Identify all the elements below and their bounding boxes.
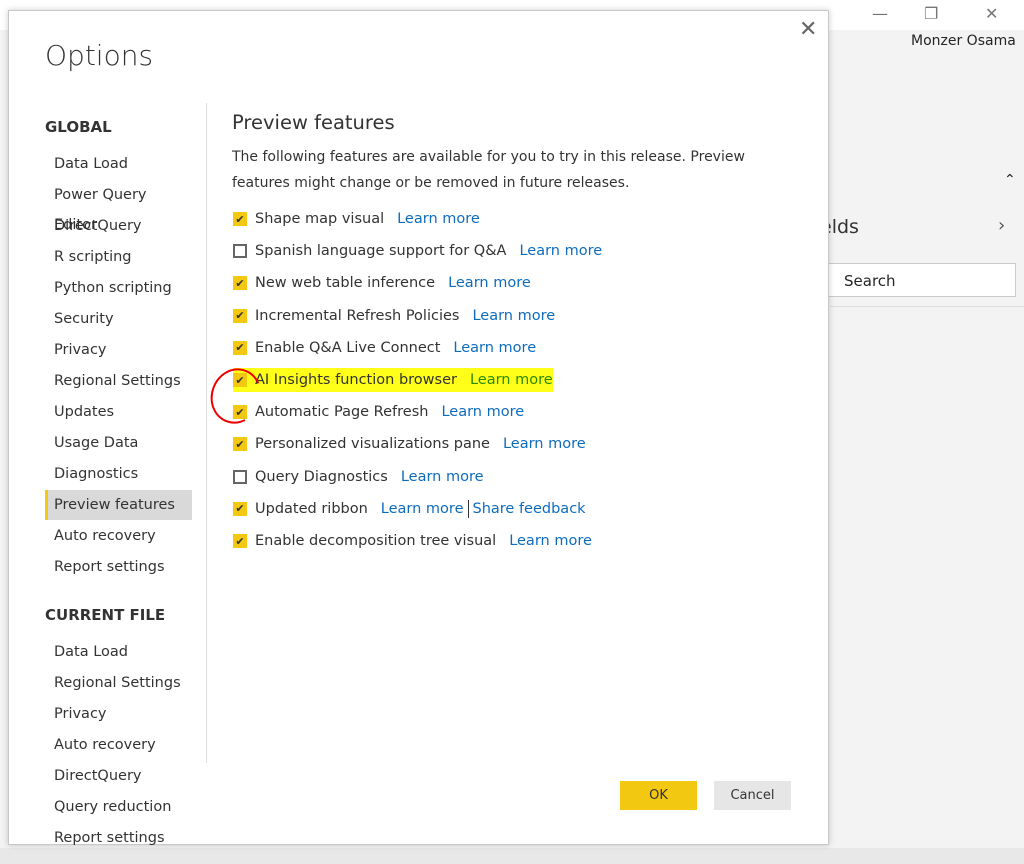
nav-item-directquery[interactable]: DirectQuery [45,211,192,241]
link-separator [468,500,469,518]
nav-item-auto-recovery[interactable]: Auto recovery [45,521,192,551]
feature-checkbox[interactable]: ✔ [233,309,247,323]
learn-more-link[interactable]: Learn more [503,436,586,452]
nav-item-data-load[interactable]: Data Load [45,149,192,179]
feature-label: Shape map visual [255,211,384,227]
feature-row: ✔Automatic Page RefreshLearn more [233,400,524,424]
feature-checkbox[interactable]: ✔ [233,437,247,451]
divider [830,306,1024,307]
feature-checkbox[interactable] [233,470,247,484]
nav-item-regional-settings[interactable]: Regional Settings [45,668,192,698]
feature-label: Automatic Page Refresh [255,404,428,420]
learn-more-link[interactable]: Learn more [401,469,484,485]
nav-item-report-settings[interactable]: Report settings [45,552,192,582]
learn-more-link[interactable]: Learn more [381,501,464,517]
learn-more-link[interactable]: Learn more [441,404,524,420]
dialog-title: Options [45,39,153,72]
nav-item-directquery[interactable]: DirectQuery [45,761,192,791]
feature-checkbox[interactable]: ✔ [233,534,247,548]
learn-more-link[interactable]: Learn more [519,243,602,259]
feature-checkbox[interactable]: ✔ [233,276,247,290]
nav-item-privacy[interactable]: Privacy [45,699,192,729]
feature-label: AI Insights function browser [255,372,457,388]
fields-search-input[interactable]: Search [812,263,1016,297]
nav-item-diagnostics[interactable]: Diagnostics [45,459,192,489]
divider [206,103,207,763]
feature-label: Enable Q&A Live Connect [255,340,440,356]
nav-item-python-scripting[interactable]: Python scripting [45,273,192,303]
search-placeholder: Search [844,272,896,290]
learn-more-link[interactable]: Learn more [397,211,480,227]
feature-row: Query Diagnostics Learn more [233,465,484,489]
feature-row: ✔ Updated ribbon Learn more Share feedback [233,497,586,521]
global-header: GLOBAL [45,118,112,136]
feature-label: Enable decomposition tree visual [255,533,496,549]
current-file-header: CURRENT FILE [45,606,165,624]
nav-item-usage-data[interactable]: Usage Data [45,428,192,458]
feature-checkbox[interactable]: ✔ [233,212,247,226]
feature-checkbox[interactable] [233,244,247,258]
feature-label: Spanish language support for Q&A [255,243,506,259]
nav-item-updates[interactable]: Updates [45,397,192,427]
feature-label: Incremental Refresh Policies [255,308,459,324]
user-name[interactable]: Monzer Osama [911,33,1016,49]
share-feedback-link[interactable]: Share feedback [473,501,586,517]
feature-row: ✔ Shape map visual Learn more [233,207,480,231]
learn-more-link[interactable]: Learn more [448,275,531,291]
nav-item-data-load[interactable]: Data Load [45,637,192,667]
feature-checkbox[interactable]: ✔ [233,502,247,516]
nav-item-privacy[interactable]: Privacy [45,335,192,365]
feature-row: ✔ Enable decomposition tree visual Learn m… [233,529,592,553]
nav-item-preview-features[interactable]: Preview features [45,490,192,520]
learn-more-link[interactable]: Learn more [453,340,536,356]
learn-more-link[interactable]: Learn more [472,308,555,324]
learn-more-link[interactable]: Learn more [509,533,592,549]
close-icon[interactable]: ✕ [799,17,817,42]
options-dialog: ✕ Options GLOBAL Data LoadPower Query Ed… [8,10,829,845]
feature-label: New web table inference [255,275,435,291]
feature-row: ✔ Incremental Refresh Policies Learn more [233,304,555,328]
nav-item-security[interactable]: Security [45,304,192,334]
page-description: The following features are available for… [232,144,752,196]
restore-button[interactable]: ❐ [924,4,938,23]
learn-more-link[interactable]: Learn more [470,372,553,388]
minimize-button[interactable]: — [872,4,888,23]
feature-label: Personalized visualizations pane [255,436,490,452]
feature-row: Spanish language support for Q&A Learn mo… [233,239,602,263]
cancel-button[interactable]: Cancel [714,781,791,810]
feature-label: Query Diagnostics [255,469,388,485]
nav-item-auto-recovery[interactable]: Auto recovery [45,730,192,760]
page-title: Preview features [232,111,395,134]
collapse-ribbon-icon[interactable]: ⌃ [1004,172,1016,188]
feature-row: ✔ Enable Q&A Live Connect Learn more [233,336,536,360]
nav-item-r-scripting[interactable]: R scripting [45,242,192,272]
nav-item-power-query-editor[interactable]: Power Query Editor [45,180,192,210]
window-close-button[interactable]: ✕ [985,4,998,23]
feature-checkbox[interactable]: ✔ [233,341,247,355]
feature-label: Updated ribbon [255,501,368,517]
nav-item-query-reduction[interactable]: Query reduction [45,792,192,822]
chevron-right-icon[interactable]: › [998,215,1005,236]
nav-item-regional-settings[interactable]: Regional Settings [45,366,192,396]
feature-row: ✔ New web table inference Learn more [233,271,531,295]
feature-row: ✔ Personalized visualizations pane Learn m… [233,432,586,456]
nav-item-report-settings[interactable]: Report settings [45,823,192,853]
ok-button[interactable]: OK [620,781,697,810]
feature-row: ✔AI Insights function browserLearn more [233,368,553,392]
